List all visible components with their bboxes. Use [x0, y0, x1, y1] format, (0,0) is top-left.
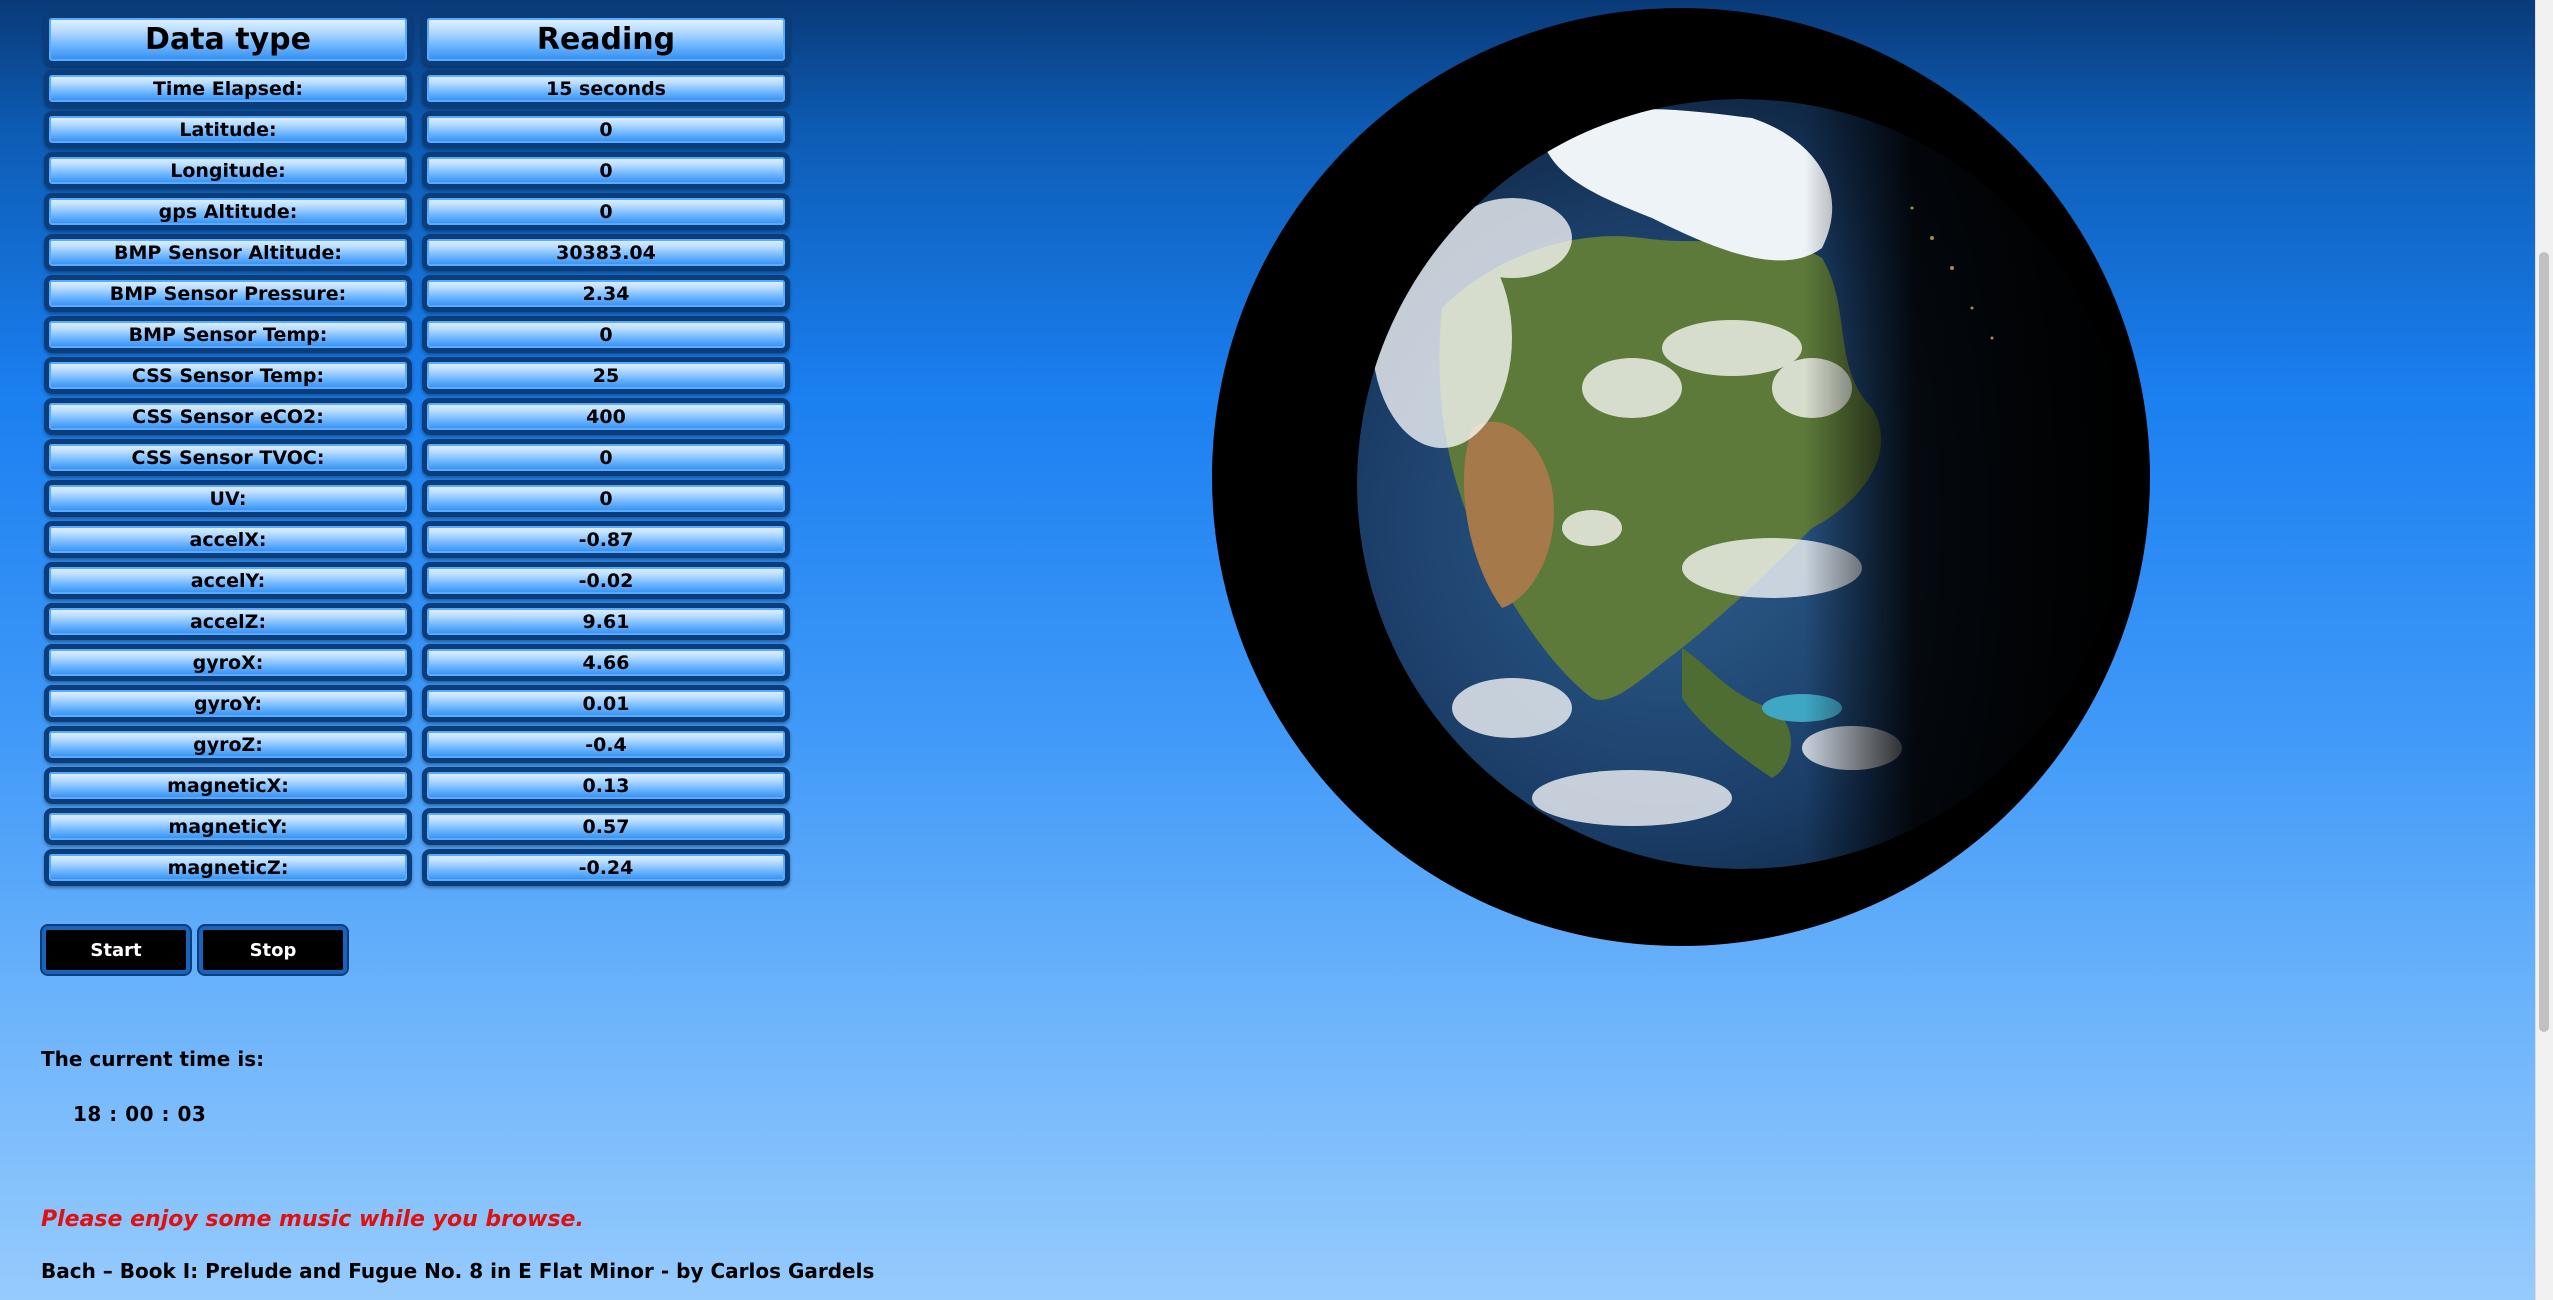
row-label: BMP Sensor Temp: [44, 316, 412, 353]
table-row: magneticZ: -0.24 [44, 849, 790, 890]
row-value: 400 [422, 398, 790, 435]
table-row: gyroZ: -0.4 [44, 726, 790, 767]
row-label: magneticZ: [44, 849, 412, 886]
current-time-label: The current time is: [41, 1047, 265, 1071]
row-label: accelZ: [44, 603, 412, 640]
row-label: magneticX: [44, 767, 412, 804]
row-value: -0.87 [422, 521, 790, 558]
current-time-value: 18 : 00 : 03 [73, 1102, 207, 1126]
row-label: UV: [44, 480, 412, 517]
row-label: gps Altitude: [44, 193, 412, 230]
row-value: 0 [422, 193, 790, 230]
sensor-data-table: Data type Reading Time Elapsed: 15 secon… [44, 13, 790, 890]
row-label: BMP Sensor Pressure: [44, 275, 412, 312]
earth-globe-image [1212, 8, 2150, 946]
table-row: BMP Sensor Altitude: 30383.04 [44, 234, 790, 275]
row-value: 15 seconds [422, 70, 790, 107]
table-row: accelY: -0.02 [44, 562, 790, 603]
row-value: 4.66 [422, 644, 790, 681]
table-row: BMP Sensor Temp: 0 [44, 316, 790, 357]
table-row: BMP Sensor Pressure: 2.34 [44, 275, 790, 316]
scrollbar-thumb[interactable] [2539, 252, 2549, 1032]
earth-globe-svg [1357, 99, 2127, 869]
vertical-scrollbar[interactable] [2535, 0, 2553, 1300]
row-label: magneticY: [44, 808, 412, 845]
row-value: 0.13 [422, 767, 790, 804]
row-value: 2.34 [422, 275, 790, 312]
row-label: accelY: [44, 562, 412, 599]
header-data-type: Data type [44, 13, 412, 66]
row-value: 30383.04 [422, 234, 790, 271]
row-value: 0 [422, 439, 790, 476]
row-value: 0.01 [422, 685, 790, 722]
table-header-row: Data type Reading [44, 13, 790, 70]
row-value: 0 [422, 480, 790, 517]
row-value: 0 [422, 152, 790, 189]
table-row: gyroY: 0.01 [44, 685, 790, 726]
header-reading: Reading [422, 13, 790, 66]
row-value: -0.24 [422, 849, 790, 886]
row-label: Latitude: [44, 111, 412, 148]
table-row: Time Elapsed: 15 seconds [44, 70, 790, 111]
row-value: 25 [422, 357, 790, 394]
row-value: 0 [422, 111, 790, 148]
table-row: CSS Sensor TVOC: 0 [44, 439, 790, 480]
table-row: gyroX: 4.66 [44, 644, 790, 685]
row-label: accelX: [44, 521, 412, 558]
table-row: Longitude: 0 [44, 152, 790, 193]
row-value: -0.4 [422, 726, 790, 763]
table-row: UV: 0 [44, 480, 790, 521]
row-label: gyroY: [44, 685, 412, 722]
table-row: magneticX: 0.13 [44, 767, 790, 808]
row-label: CSS Sensor Temp: [44, 357, 412, 394]
row-value: -0.02 [422, 562, 790, 599]
table-row: magneticY: 0.57 [44, 808, 790, 849]
row-value: 0 [422, 316, 790, 353]
table-row: gps Altitude: 0 [44, 193, 790, 234]
row-label: gyroX: [44, 644, 412, 681]
row-label: BMP Sensor Altitude: [44, 234, 412, 271]
track-title: Bach – Book I: Prelude and Fugue No. 8 i… [41, 1259, 875, 1283]
row-value: 0.57 [422, 808, 790, 845]
row-value: 9.61 [422, 603, 790, 640]
row-label: gyroZ: [44, 726, 412, 763]
row-label: Longitude: [44, 152, 412, 189]
table-row: Latitude: 0 [44, 111, 790, 152]
table-row: CSS Sensor eCO2: 400 [44, 398, 790, 439]
row-label: CSS Sensor TVOC: [44, 439, 412, 476]
start-button[interactable]: Start [42, 926, 190, 974]
stop-button[interactable]: Stop [199, 926, 347, 974]
table-row: accelZ: 9.61 [44, 603, 790, 644]
row-label: CSS Sensor eCO2: [44, 398, 412, 435]
row-label: Time Elapsed: [44, 70, 412, 107]
table-row: CSS Sensor Temp: 25 [44, 357, 790, 398]
table-row: accelX: -0.87 [44, 521, 790, 562]
music-note: Please enjoy some music while you browse… [41, 1207, 584, 1232]
